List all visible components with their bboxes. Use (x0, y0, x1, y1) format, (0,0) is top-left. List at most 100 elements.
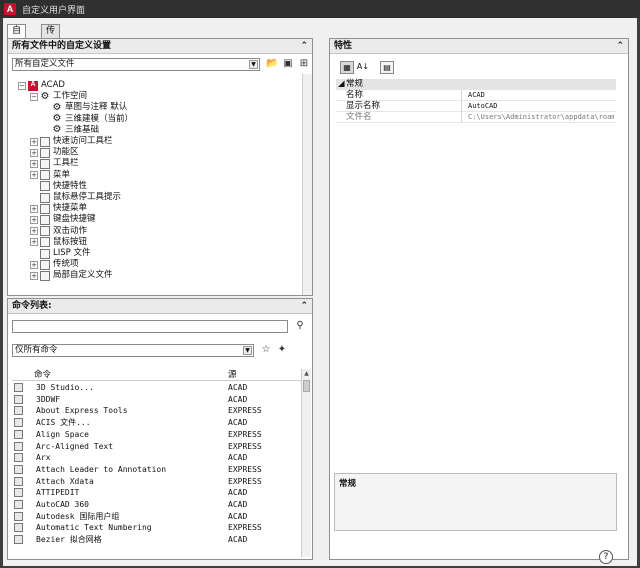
collapse-icon[interactable]: ⌃ (300, 299, 308, 314)
window-title: 自定义用户界面 (22, 6, 86, 16)
find-command-icon[interactable]: ☆ (260, 344, 272, 356)
chevron-down-icon[interactable]: ▼ (243, 346, 252, 355)
sort-az-icon[interactable]: A↓ (356, 61, 370, 74)
tree-item[interactable]: + 传统项 (30, 259, 79, 270)
expand-icon[interactable]: + (30, 159, 38, 168)
tree-item[interactable]: + 菜单 (30, 170, 70, 181)
tree-item[interactable]: − ⚙ 工作空间 (30, 91, 87, 102)
command-row[interactable]: Automatic Text Numbering EXPRESS (12, 522, 306, 534)
command-icon (14, 464, 23, 474)
command-list-title: 命令列表: (12, 301, 52, 311)
column-command[interactable]: 命令 (34, 369, 51, 381)
tree-item[interactable]: 鼠标悬停工具提示 (30, 192, 121, 203)
tree-item[interactable]: − A ACAD (18, 80, 65, 91)
search-icon[interactable]: ⚲ (294, 320, 306, 332)
command-scrollbar[interactable]: ▲ (301, 369, 311, 557)
collapse-icon[interactable]: − (30, 92, 38, 101)
command-icon (14, 394, 23, 404)
command-row[interactable]: Align Space EXPRESS (12, 429, 306, 441)
command-search-input[interactable] (12, 320, 288, 333)
tree-item[interactable]: ⚙ 三维基础 (42, 125, 100, 136)
expand-icon[interactable]: + (30, 171, 38, 180)
property-value[interactable]: AutoCAD (468, 101, 614, 111)
customizations-header: 所有文件中的自定义设置 ⌃ (8, 39, 312, 54)
property-category[interactable]: ◢ 常规 (336, 79, 616, 90)
node-icon (40, 147, 50, 158)
tree-item[interactable]: + 快速访问工具栏 (30, 136, 113, 147)
tree-item[interactable]: 快捷特性 (30, 181, 87, 192)
command-row[interactable]: About Express Tools EXPRESS (12, 405, 306, 417)
command-row[interactable]: AutoCAD 360 ACAD (12, 499, 306, 511)
customizations-title: 所有文件中的自定义设置 (12, 41, 112, 51)
scroll-up-icon[interactable]: ▲ (302, 369, 311, 378)
command-row[interactable]: Attach Leader to Annotation EXPRESS (12, 464, 306, 476)
tree-item[interactable]: + 工具栏 (30, 158, 79, 169)
collapse-icon[interactable]: − (18, 81, 26, 90)
command-row[interactable]: Bezier 拟合网格 ACAD (12, 534, 306, 546)
tree-item-label: 快捷菜单 (53, 203, 88, 214)
help-icon[interactable]: ? (599, 550, 613, 564)
new-command-icon[interactable]: ✦ (276, 344, 288, 356)
expand-icon[interactable]: + (30, 271, 38, 280)
tree-item[interactable]: ⚙ 三维建模（当前） (42, 114, 134, 125)
tree-item[interactable]: + 快捷菜单 (30, 203, 87, 214)
customization-file-filter[interactable]: 所有自定义文件 ▼ (12, 58, 260, 71)
description-title: 常规 (339, 479, 357, 489)
command-name: Automatic Text Numbering (36, 523, 152, 533)
properties-header: 特性 ⌃ (330, 39, 628, 54)
tree-item-label: 功能区 (53, 147, 79, 158)
tree-item[interactable]: + 双击动作 (30, 226, 87, 237)
tab-transfer[interactable]: 传输 (41, 24, 61, 49)
command-filter-value: 仅所有命令 (15, 345, 58, 355)
command-icon (14, 383, 23, 392)
property-row[interactable]: 文件名 C:\Users\Administrator\appdata\roam (336, 112, 616, 123)
collapse-icon[interactable]: ⌃ (300, 39, 308, 54)
command-row[interactable]: 3D Studio... ACAD (12, 382, 306, 394)
expand-icon[interactable]: + (30, 227, 38, 236)
tab-customize[interactable]: 自定义 (7, 24, 27, 62)
property-row[interactable]: 显示名称 AutoCAD (336, 101, 616, 112)
command-row[interactable]: Attach Xdata EXPRESS (12, 476, 306, 488)
property-row[interactable]: 名称 ACAD (336, 90, 616, 101)
command-row[interactable]: Autodesk 国际用户组 ACAD (12, 511, 306, 523)
command-source: ACAD (228, 535, 248, 545)
expand-icon[interactable]: + (30, 238, 38, 247)
collapse-icon[interactable]: ⌃ (616, 39, 624, 54)
command-row[interactable]: 3DDWF ACAD (12, 394, 306, 406)
command-name: Align Space (36, 429, 89, 439)
command-row[interactable]: ACIS 文件... ACAD (12, 417, 306, 429)
property-pages-icon[interactable]: ▤ (380, 61, 394, 74)
partial-load-icon[interactable]: ⊞ (298, 58, 310, 70)
tree-item[interactable]: + 键盘快捷键 (30, 214, 96, 225)
chevron-down-icon[interactable]: ▼ (249, 60, 258, 69)
column-source[interactable]: 源 (228, 369, 237, 381)
tree-item[interactable]: + 局部自定义文件 (30, 270, 113, 281)
command-filter[interactable]: 仅所有命令 ▼ (12, 344, 254, 357)
collapse-icon[interactable]: ◢ (338, 79, 345, 90)
expand-icon[interactable]: + (30, 215, 38, 224)
scroll-thumb[interactable] (303, 380, 310, 392)
expand-icon[interactable]: + (30, 148, 38, 157)
expand-icon[interactable]: + (30, 204, 38, 213)
expand-icon[interactable]: + (30, 137, 38, 146)
node-icon (40, 136, 50, 147)
tree-item[interactable]: + 功能区 (30, 147, 79, 158)
command-row[interactable]: Arc-Aligned Text EXPRESS (12, 441, 306, 453)
command-row[interactable]: ATTIPEDIT ACAD (12, 487, 306, 499)
tree-item-label: ACAD (41, 80, 65, 90)
tree-item-label: 菜单 (53, 169, 71, 180)
tree-item[interactable]: LISP 文件 (30, 248, 90, 259)
categorized-icon[interactable]: ▦ (340, 61, 354, 74)
tree-item-label: 工作空间 (53, 91, 88, 102)
command-row[interactable]: Arx ACAD (12, 452, 306, 464)
tree-scrollbar[interactable] (302, 74, 312, 295)
property-value[interactable]: ACAD (468, 90, 614, 100)
expand-icon[interactable]: + (30, 260, 38, 269)
open-file-icon[interactable]: 📂 (266, 58, 278, 70)
property-value[interactable]: C:\Users\Administrator\appdata\roam (468, 112, 614, 122)
save-icon[interactable]: ▣ (282, 58, 294, 70)
tree-item[interactable]: + 鼠标按钮 (30, 237, 87, 248)
tree-item[interactable]: ⚙ 草图与注释 默认 (42, 102, 128, 113)
command-list-header: 命令列表: ⌃ (8, 299, 312, 314)
node-icon (40, 181, 50, 192)
